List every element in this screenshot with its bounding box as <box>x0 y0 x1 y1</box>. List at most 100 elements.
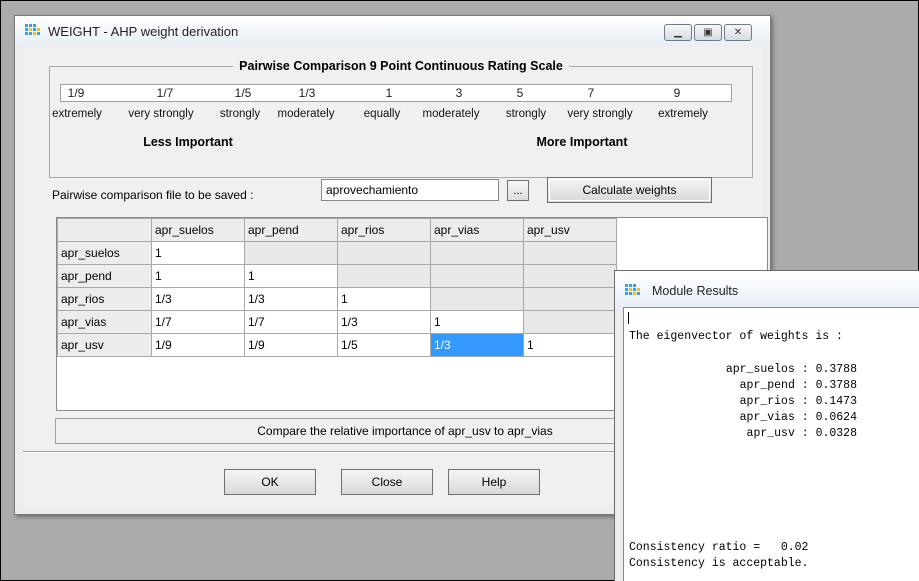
consistency-ratio-value: 0.02 <box>780 541 809 554</box>
rating-scale-title: Pairwise Comparison 9 Point Continuous R… <box>233 59 569 73</box>
table-row: apr_vias 1/7 1/7 1/3 1 <box>57 310 617 334</box>
minimize-button[interactable]: ▁ <box>664 24 692 41</box>
browse-button[interactable]: ... <box>507 180 529 201</box>
table-row: apr_usv 1/9 1/9 1/5 1/3 1 <box>57 333 617 357</box>
column-header: apr_usv <box>523 218 617 242</box>
table-row: apr_suelos 1 <box>57 241 617 265</box>
matrix-cell[interactable]: 1/3 <box>151 287 245 311</box>
weight-name: apr_vias <box>739 411 795 424</box>
matrix-cell[interactable]: 1/3 <box>337 310 431 334</box>
window-title: WEIGHT - AHP weight derivation <box>48 24 239 39</box>
weight-row: apr_usv : 0.0328 <box>746 427 857 440</box>
row-header: apr_rios <box>57 287 152 311</box>
matrix-cell[interactable]: 1 <box>337 287 431 311</box>
column-header: apr_suelos <box>151 218 245 242</box>
scale-value: 3 <box>455 86 463 100</box>
weight-value: 0.0624 <box>815 411 857 424</box>
weight-name: apr_pend <box>739 379 795 392</box>
help-button[interactable]: Help <box>448 469 540 495</box>
weight-name: apr_rios <box>739 395 795 408</box>
title-bar[interactable]: WEIGHT - AHP weight derivation ▁ ▣ ✕ <box>15 16 770 46</box>
consistency-message: Consistency is acceptable. <box>629 557 809 570</box>
maximize-icon: ▣ <box>703 27 713 38</box>
scale-word: moderately <box>277 108 335 120</box>
row-header: apr_vias <box>57 310 152 334</box>
file-name-input[interactable] <box>321 179 499 201</box>
weight-name: apr_suelos <box>725 363 795 376</box>
matrix-cell[interactable]: 1 <box>244 264 338 288</box>
column-header: apr_rios <box>337 218 431 242</box>
scale-value: 5 <box>516 86 524 100</box>
minimize-icon: ▁ <box>674 27 682 38</box>
matrix-cell <box>523 241 617 265</box>
matrix-cell[interactable]: 1 <box>430 310 524 334</box>
table-row: apr_pend 1 1 <box>57 264 617 288</box>
row-header: apr_suelos <box>57 241 152 265</box>
rating-scale-slider[interactable]: 1/9 1/7 1/5 1/3 1 3 5 7 9 <box>60 84 732 102</box>
results-title-bar[interactable]: Module Results <box>615 271 919 307</box>
consistency-ratio-label: Consistency ratio = <box>629 541 761 554</box>
file-label: Pairwise comparison file to be saved : <box>52 188 254 202</box>
scale-value: 1/9 <box>67 86 85 100</box>
matrix-cell-selected[interactable]: 1/3 <box>430 333 524 357</box>
scale-word: very strongly <box>128 108 194 120</box>
matrix-cell <box>523 287 617 311</box>
calculate-weights-button[interactable]: Calculate weights <box>547 177 712 203</box>
results-text-area[interactable]: The eigenvector of weights is : apr_suel… <box>623 307 919 581</box>
matrix-cell <box>430 264 524 288</box>
row-header: apr_pend <box>57 264 152 288</box>
pairwise-matrix: apr_suelos apr_pend apr_rios apr_vias ap… <box>57 218 617 357</box>
scale-value: 7 <box>587 86 595 100</box>
weight-value: 0.1473 <box>815 395 857 408</box>
scale-word: extremely <box>52 108 102 120</box>
scale-value: 9 <box>673 86 681 100</box>
weight-value: 0.0328 <box>815 427 857 440</box>
module-results-window: Module Results The eigenvector of weight… <box>614 270 919 581</box>
app-icon <box>625 284 640 295</box>
scale-value: 1/5 <box>234 86 252 100</box>
close-dialog-button[interactable]: Close <box>341 469 433 495</box>
matrix-cell[interactable]: 1 <box>151 241 245 265</box>
close-icon: ✕ <box>733 27 743 38</box>
matrix-cell[interactable]: 1/3 <box>244 287 338 311</box>
matrix-cell <box>523 310 617 334</box>
scale-word: very strongly <box>567 108 633 120</box>
row-header: apr_usv <box>57 333 152 357</box>
weight-row: apr_vias : 0.0624 <box>739 411 857 424</box>
matrix-cell[interactable]: 1/9 <box>244 333 338 357</box>
matrix-cell[interactable]: 1 <box>523 333 617 357</box>
column-header: apr_vias <box>430 218 524 242</box>
matrix-cell <box>244 241 338 265</box>
weight-value: 0.3788 <box>815 363 857 376</box>
matrix-cell[interactable]: 1/7 <box>151 310 245 334</box>
text-cursor <box>628 312 629 324</box>
matrix-cell[interactable]: 1 <box>151 264 245 288</box>
matrix-cell <box>337 264 431 288</box>
weight-row: apr_pend : 0.3788 <box>739 379 857 392</box>
scale-word: equally <box>363 108 401 120</box>
matrix-cell[interactable]: 1/5 <box>337 333 431 357</box>
weight-row: apr_suelos : 0.3788 <box>725 363 857 376</box>
weight-name: apr_usv <box>746 427 795 440</box>
scale-word: strongly <box>505 108 547 120</box>
scale-value: 1/3 <box>298 86 316 100</box>
scale-word: moderately <box>422 108 480 120</box>
less-important-label: Less Important <box>143 135 233 149</box>
scale-value: 1/7 <box>156 86 174 100</box>
scale-word: extremely <box>658 108 708 120</box>
matrix-cell <box>523 264 617 288</box>
matrix-cell <box>337 241 431 265</box>
matrix-cell <box>430 241 524 265</box>
ok-button[interactable]: OK <box>224 469 316 495</box>
more-important-label: More Important <box>536 135 628 149</box>
weight-row: apr_rios : 0.1473 <box>739 395 857 408</box>
results-header: The eigenvector of weights is : <box>629 330 843 343</box>
matrix-cell[interactable]: 1/9 <box>151 333 245 357</box>
maximize-button[interactable]: ▣ <box>694 24 722 41</box>
scale-value: 1 <box>385 86 393 100</box>
close-button[interactable]: ✕ <box>724 24 752 41</box>
results-title: Module Results <box>652 284 739 298</box>
matrix-cell[interactable]: 1/7 <box>244 310 338 334</box>
matrix-cell <box>430 287 524 311</box>
weight-value: 0.3788 <box>815 379 857 392</box>
